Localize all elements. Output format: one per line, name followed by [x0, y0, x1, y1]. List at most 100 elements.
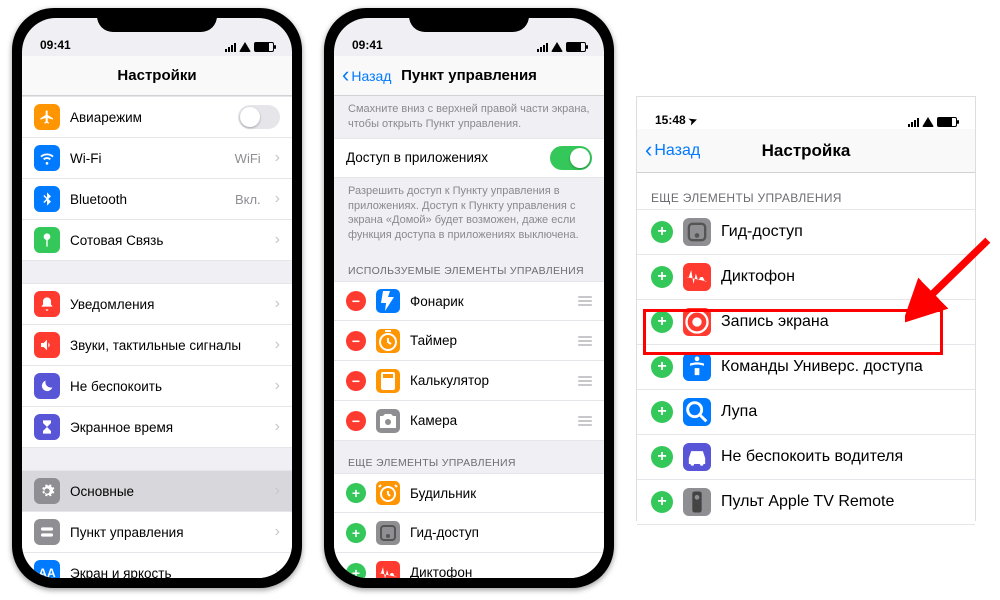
access-in-apps-row[interactable]: Доступ в приложениях [334, 138, 604, 178]
row-label: Не беспокоить [70, 379, 261, 394]
hint-swipe: Смахните вниз с верхней правой части экр… [334, 96, 604, 138]
add-button[interactable]: + [346, 523, 366, 543]
chevron-right-icon: › [275, 295, 280, 313]
signal-icon [537, 43, 548, 52]
control-row-flash[interactable]: −Фонарик [334, 281, 604, 321]
settings-row-wifi[interactable]: Wi-Fi WiFi › [22, 138, 292, 179]
back-button[interactable]: Назад [645, 142, 700, 160]
control-row-car[interactable]: + Не беспокоить водителя [637, 435, 975, 480]
control-row-guided[interactable]: +Гид-доступ [637, 209, 975, 255]
settings-row-gear[interactable]: Основные› [22, 470, 292, 512]
control-row-record[interactable]: + Запись экрана [637, 300, 975, 345]
gear-icon [34, 478, 60, 504]
row-label: Уведомления [70, 297, 261, 312]
settings-row-bluetooth[interactable]: BluetoothВкл.› [22, 179, 292, 220]
add-button[interactable]: + [651, 311, 673, 333]
add-button[interactable]: + [651, 266, 673, 288]
section-more-header: ЕЩЕ ЭЛЕМЕНТЫ УПРАВЛЕНИЯ [334, 441, 604, 473]
chevron-right-icon: › [275, 149, 280, 167]
row-label: Диктофон [410, 565, 592, 578]
row-label: Bluetooth [70, 192, 225, 207]
control-row-remote[interactable]: +Пульт Apple TV Remote [637, 480, 975, 525]
aa-icon: AA [34, 560, 60, 578]
guided-icon [683, 218, 711, 246]
nav-bar-2: Назад Пункт управления [334, 56, 604, 96]
row-label: Экран и яркость [70, 566, 261, 579]
back-button[interactable]: Назад [342, 68, 391, 84]
drag-handle-icon[interactable] [578, 296, 592, 306]
add-button[interactable]: + [651, 401, 673, 423]
row-label: Экранное время [70, 420, 261, 435]
control-row-guided[interactable]: + Гид-доступ [334, 513, 604, 553]
signal-icon [908, 118, 919, 127]
chevron-right-icon: › [275, 564, 280, 578]
antenna-icon [34, 227, 60, 253]
control-row-alarm[interactable]: +Будильник [334, 473, 604, 513]
row-label: Таймер [410, 333, 562, 348]
control-row-voicememo[interactable]: + Диктофон [637, 255, 975, 300]
add-button[interactable]: + [346, 483, 366, 503]
row-label: Гид-доступ [410, 525, 592, 540]
flash-icon [376, 289, 400, 313]
signal-icon [225, 43, 236, 52]
add-button[interactable]: + [651, 491, 673, 513]
settings-row-airplane[interactable]: Авиарежим [22, 96, 292, 138]
remove-button[interactable]: − [346, 291, 366, 311]
row-label: Wi-Fi [70, 151, 225, 166]
section-more-header: ЕЩЕ ЭЛЕМЕНТЫ УПРАВЛЕНИЯ [637, 173, 975, 209]
calc-icon [376, 369, 400, 393]
row-label: Пункт управления [70, 525, 261, 540]
page-title: Пункт управления [401, 67, 537, 84]
page-title: Настройка [762, 141, 851, 161]
record-icon [683, 308, 711, 336]
drag-handle-icon[interactable] [578, 416, 592, 426]
add-button[interactable]: + [346, 563, 366, 578]
settings-row-moon[interactable]: Не беспокоить › [22, 366, 292, 407]
hourglass-icon [34, 414, 60, 440]
add-button[interactable]: + [651, 446, 673, 468]
panel-3: 15:48 Назад Настройка ЕЩЕ ЭЛЕМЕНТЫ УПРАВ… [636, 96, 976, 521]
row-label: Диктофон [721, 268, 961, 286]
guided-icon [376, 521, 400, 545]
section-used-header: ИСПОЛЬЗУЕМЫЕ ЭЛЕМЕНТЫ УПРАВЛЕНИЯ [334, 249, 604, 281]
add-button[interactable]: + [651, 221, 673, 243]
wifi-icon [922, 117, 934, 127]
row-label: Калькулятор [410, 373, 562, 388]
control-row-timer[interactable]: − Таймер [334, 321, 604, 361]
toggle[interactable] [238, 105, 280, 129]
row-label: Не беспокоить водителя [721, 448, 961, 466]
remove-button[interactable]: − [346, 331, 366, 351]
row-label: Авиарежим [70, 110, 228, 125]
remove-button[interactable]: − [346, 411, 366, 431]
wifi-icon [239, 42, 251, 52]
row-label: Основные [70, 484, 261, 499]
timer-icon [376, 329, 400, 353]
moon-icon [34, 373, 60, 399]
control-row-camera[interactable]: −Камера [334, 401, 604, 441]
add-button[interactable]: + [651, 356, 673, 378]
settings-row-bell[interactable]: Уведомления › [22, 283, 292, 325]
control-row-magnifier[interactable]: +Лупа [637, 390, 975, 435]
settings-row-antenna[interactable]: Сотовая Связь› [22, 220, 292, 261]
battery-icon [254, 42, 274, 52]
chevron-right-icon: › [275, 523, 280, 541]
battery-icon [566, 42, 586, 52]
settings-row-switches[interactable]: Пункт управления › [22, 512, 292, 553]
drag-handle-icon[interactable] [578, 336, 592, 346]
car-icon [683, 443, 711, 471]
settings-row-aa[interactable]: AA Экран и яркость › [22, 553, 292, 578]
control-row-access[interactable]: + Команды Универс. доступа [637, 345, 975, 390]
row-label: Сотовая Связь [70, 233, 261, 248]
control-row-calc[interactable]: − Калькулятор [334, 361, 604, 401]
row-label: Запись экрана [721, 313, 961, 331]
row-label: Команды Универс. доступа [721, 358, 961, 376]
remove-button[interactable]: − [346, 371, 366, 391]
settings-row-hourglass[interactable]: Экранное время› [22, 407, 292, 448]
row-value: WiFi [235, 151, 261, 166]
alarm-icon [376, 481, 400, 505]
chevron-right-icon: › [275, 377, 280, 395]
access-toggle[interactable] [550, 146, 592, 170]
control-row-voicememo[interactable]: + Диктофон [334, 553, 604, 578]
settings-row-speaker[interactable]: Звуки, тактильные сигналы› [22, 325, 292, 366]
drag-handle-icon[interactable] [578, 376, 592, 386]
